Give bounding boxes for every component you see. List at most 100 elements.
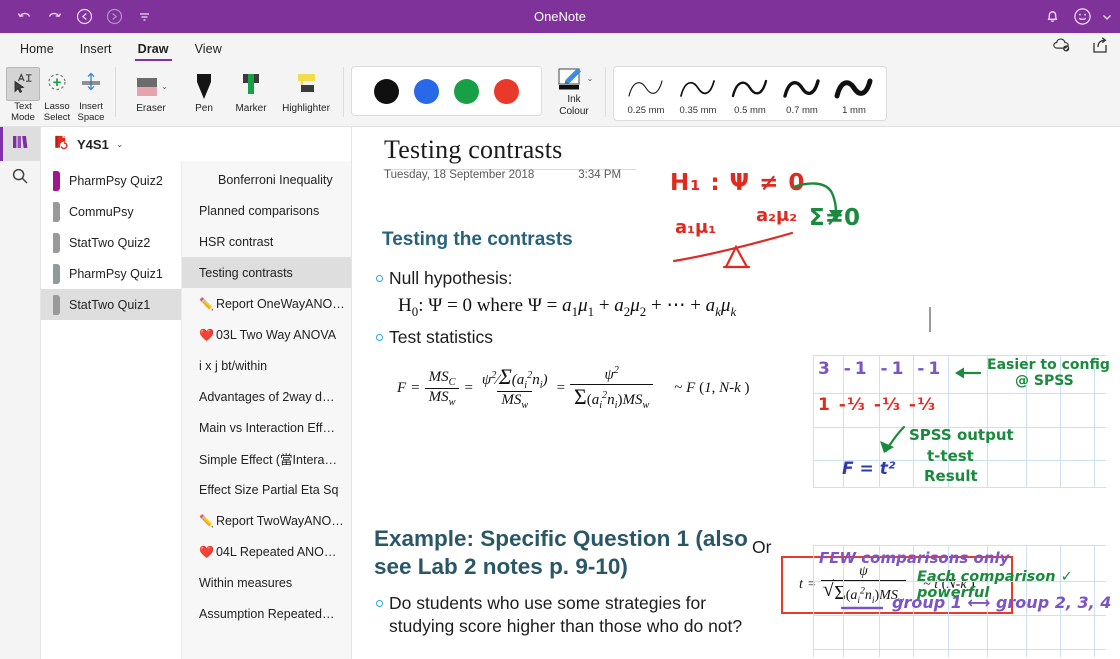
tab-view[interactable]: View	[183, 39, 234, 61]
f-statistic-formula: F = MSC MSw = ψ2⁄Σ(ai2ni) MSw = ψ2 Σ(ai2ni…	[397, 365, 750, 411]
thickness-1-label: 1 mm	[842, 105, 866, 116]
eraser-button[interactable]: ⌄ Eraser	[123, 64, 179, 114]
lasso-select-button[interactable]: Lasso Select	[40, 64, 74, 123]
page-title[interactable]: Testing contrasts	[384, 135, 563, 165]
section-item-stattwo-quiz2[interactable]: StatTwo Quiz2	[41, 227, 181, 258]
thickness-05-label: 0.5 mm	[734, 105, 766, 116]
forward-circle-icon[interactable]	[104, 7, 124, 27]
title-bar-left-controls	[0, 7, 154, 27]
page-label: Effect Size Partial Eta Sq	[199, 482, 339, 497]
page-item[interactable]: Main vs Interaction Eff…	[182, 412, 351, 443]
ink-colour-button[interactable]: ⌄ Ink Colour	[550, 64, 598, 117]
highlighter-label: Highlighter	[282, 103, 330, 114]
bell-icon[interactable]	[1042, 7, 1062, 27]
page-item[interactable]: Within measures	[182, 567, 351, 598]
note-canvas[interactable]: Testing contrasts Tuesday, 18 September …	[352, 127, 1120, 659]
thickness-07-label: 0.7 mm	[786, 105, 818, 116]
insert-space-label-2: Space	[77, 112, 105, 123]
ink-thickness-group: 0.25 mm 0.35 mm 0.5 mm 0.7 mm 1 mm	[613, 66, 887, 121]
bullet-label: Do students who use some strategies for …	[389, 592, 742, 638]
thickness-05[interactable]: 0.5 mm	[724, 71, 776, 116]
section-item-pharmpsy-quiz1[interactable]: PharmPsy Quiz1	[41, 258, 181, 289]
ribbon-right-icons	[1052, 36, 1110, 56]
text-cursor	[929, 307, 931, 332]
thickness-025[interactable]: 0.25 mm	[620, 71, 672, 116]
insert-space-button[interactable]: Insert Space	[74, 64, 108, 123]
page-item-selected[interactable]: Testing contrasts	[182, 257, 351, 288]
ink-easier-config-line-1: Easier to config	[987, 357, 1110, 373]
pen-button[interactable]: Pen	[182, 64, 226, 114]
ribbon-group-pens: ⌄ Eraser Pen Marker Highlighter	[123, 64, 336, 114]
account-avatar-icon[interactable]	[1072, 7, 1092, 27]
page-item[interactable]: ✏️ Report TwoWayANO…	[182, 505, 351, 536]
stroke-sample-icon	[676, 71, 720, 105]
cloud-synced-icon[interactable]	[1052, 36, 1072, 56]
highlighter-icon	[292, 64, 320, 102]
page-item[interactable]: Effect Size Partial Eta Sq	[182, 474, 351, 505]
ink-arrow-to-spss-icon	[880, 425, 906, 453]
title-bar-right-controls	[1042, 7, 1112, 27]
page-item[interactable]: Planned comparisons	[182, 195, 351, 226]
marker-button[interactable]: Marker	[229, 64, 273, 114]
eraser-chevron-down-icon[interactable]: ⌄	[161, 82, 168, 91]
colour-swatch-green[interactable]	[454, 78, 479, 104]
section-label: PharmPsy Quiz2	[69, 173, 163, 188]
page-label: Testing contrasts	[199, 265, 293, 280]
redo-icon[interactable]	[44, 7, 64, 27]
tab-home[interactable]: Home	[8, 39, 66, 61]
page-item[interactable]: Simple Effect (當Intera…	[182, 443, 351, 474]
notebooks-icon	[10, 133, 30, 156]
notebooks-rail-button[interactable]	[0, 127, 40, 161]
highlighter-button[interactable]: Highlighter	[276, 64, 336, 114]
ink-spss-output-line-3: Result	[924, 467, 978, 485]
notebook-chevron-down-icon[interactable]: ⌄	[116, 139, 124, 150]
page-item[interactable]: Assumption Repeated…	[182, 598, 351, 629]
thickness-035[interactable]: 0.35 mm	[672, 71, 724, 116]
ribbon-group-mode: Text Mode Lasso Select Insert Space	[6, 64, 108, 126]
back-circle-icon[interactable]	[74, 7, 94, 27]
search-rail-button[interactable]	[0, 161, 40, 195]
page-item[interactable]: HSR contrast	[182, 226, 351, 257]
page-label: Within measures	[199, 575, 293, 590]
page-label: 04L Repeated ANO…	[215, 544, 337, 559]
text-mode-button[interactable]: Text Mode	[6, 64, 40, 123]
bullet-dot-icon	[376, 334, 383, 341]
notebook-name: Y4S1	[77, 136, 109, 152]
thickness-07[interactable]: 0.7 mm	[776, 71, 828, 116]
ink-sigma-not-zero: Σ≠0	[809, 205, 860, 231]
nav-rail	[0, 127, 41, 659]
pencil-emoji-icon: ✏️	[199, 296, 214, 311]
tab-draw[interactable]: Draw	[126, 39, 181, 61]
tab-insert[interactable]: Insert	[68, 39, 124, 61]
page-item[interactable]: ❤️ 03L Two Way ANOVA	[182, 319, 351, 350]
more-options-icon[interactable]	[134, 7, 154, 27]
text-mode-label-1: Text	[14, 101, 32, 112]
page-item[interactable]: ✏️ Report OneWayANO…	[182, 288, 351, 319]
colour-swatch-red[interactable]	[494, 78, 519, 104]
heading-example-question: Example: Specific Question 1 (also see L…	[374, 525, 774, 581]
page-item[interactable]: ❤️ 04L Repeated ANO…	[182, 536, 351, 567]
page-label: 03L Two Way ANOVA	[215, 327, 337, 342]
eraser-label: Eraser	[136, 103, 166, 114]
notebook-header[interactable]: Y4S1 ⌄	[41, 127, 351, 161]
ink-colour-chevron-down-icon[interactable]: ⌄	[587, 73, 594, 85]
colour-swatch-blue[interactable]	[414, 78, 439, 104]
section-item-commupsy[interactable]: CommuPsy	[41, 196, 181, 227]
undo-icon[interactable]	[14, 7, 34, 27]
page-label: Report OneWayANO…	[215, 296, 345, 311]
ink-few-comparisons: FEW comparisons only	[819, 549, 1010, 567]
navigation-panels: Y4S1 ⌄ PharmPsy Quiz2 CommuPsy StatTwo Q…	[41, 127, 352, 659]
page-item[interactable]: Bonferroni Inequality	[182, 164, 351, 195]
chevron-down-icon[interactable]	[1102, 7, 1112, 27]
section-item-stattwo-quiz1[interactable]: StatTwo Quiz1	[41, 289, 181, 320]
section-item-pharmpsy-quiz2[interactable]: PharmPsy Quiz2	[41, 165, 181, 196]
ribbon: Home Insert Draw View Text Mode Lasso Se…	[0, 33, 1120, 127]
main-area: Y4S1 ⌄ PharmPsy Quiz2 CommuPsy StatTwo Q…	[0, 127, 1120, 659]
thickness-1[interactable]: 1 mm	[828, 71, 880, 116]
page-item[interactable]: Advantages of 2way d…	[182, 381, 351, 412]
colour-swatch-black[interactable]	[374, 78, 399, 104]
share-icon[interactable]	[1090, 36, 1110, 56]
page-timestamp[interactable]: Tuesday, 18 September 2018 3:34 PM	[384, 169, 621, 181]
page-item[interactable]: i x j bt/within	[182, 350, 351, 381]
heading-testing-the-contrasts: Testing the contrasts	[382, 229, 573, 250]
